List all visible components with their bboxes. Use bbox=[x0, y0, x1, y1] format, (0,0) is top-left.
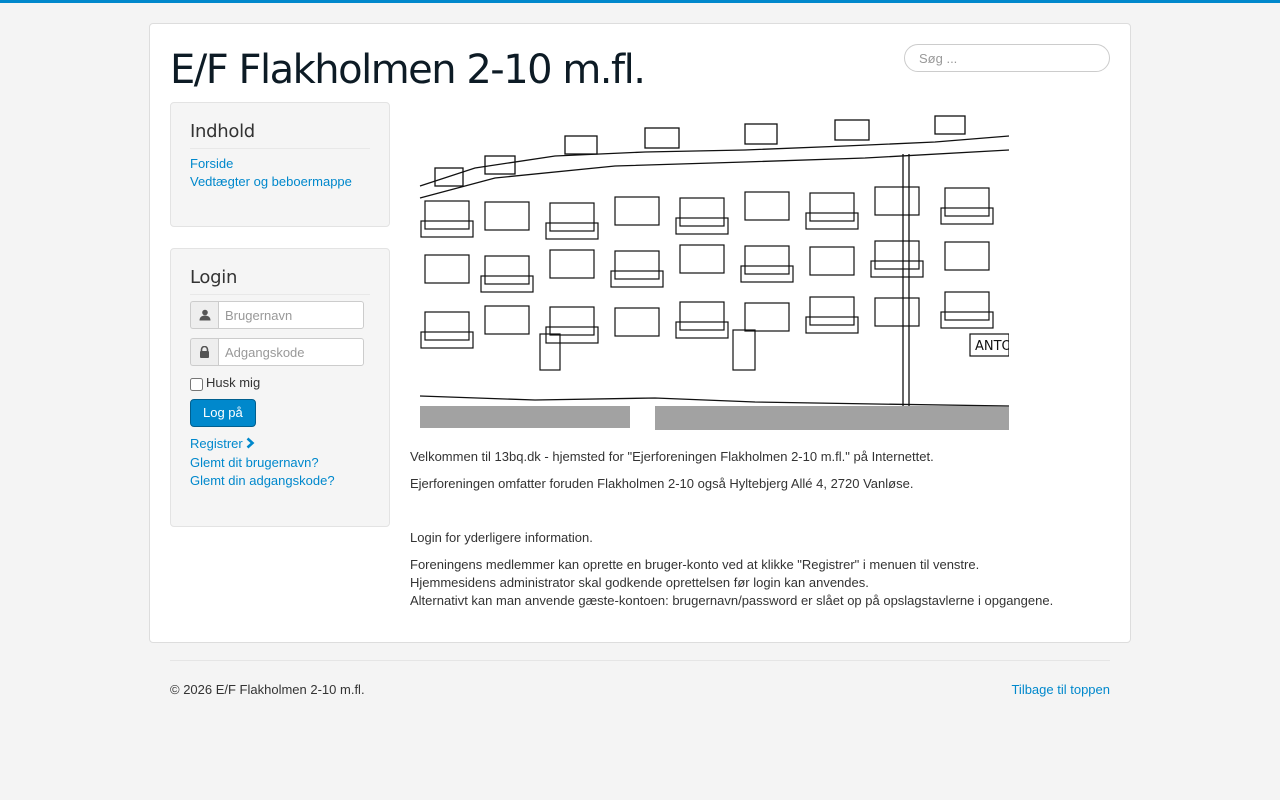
login-module: Login Husk mig Log på bbox=[170, 248, 390, 527]
username-field[interactable] bbox=[218, 301, 364, 329]
remember-label: Husk mig bbox=[206, 375, 261, 390]
building-sketch-image: ANTO bbox=[415, 106, 1009, 432]
remember-me[interactable]: Husk mig bbox=[190, 374, 370, 392]
paragraph-welcome: Velkommen til 13bq.dk - hjemsted for "Ej… bbox=[410, 449, 934, 464]
login-heading: Login bbox=[190, 266, 370, 295]
paragraph-admin: Hjemmesidens administrator skal godkende… bbox=[410, 575, 869, 590]
menu-module: Indhold Forside Vedtægter og beboermappe bbox=[170, 102, 390, 227]
username-group bbox=[190, 301, 364, 329]
footer: © 2026 E/F Flakholmen 2-10 m.fl. Tilbage… bbox=[170, 660, 1110, 697]
menu-item-forside[interactable]: Forside bbox=[190, 155, 370, 173]
page-container: E/F Flakholmen 2-10 m.fl. Indhold Forsid… bbox=[149, 23, 1131, 643]
password-field[interactable] bbox=[218, 338, 364, 366]
paragraph-scope: Ejerforeningen omfatter foruden Flakholm… bbox=[410, 476, 914, 491]
login-button[interactable]: Log på bbox=[190, 399, 256, 427]
login-links: Registrer Glemt dit brugernavn? Glemt di… bbox=[190, 435, 370, 490]
paragraph-register: Foreningens medlemmer kan oprette en bru… bbox=[410, 557, 980, 572]
back-to-top-link[interactable]: Tilbage til toppen bbox=[1011, 681, 1110, 699]
password-group bbox=[190, 338, 364, 366]
menu-item-vedtaegter[interactable]: Vedtægter og beboermappe bbox=[190, 173, 370, 191]
lock-icon bbox=[190, 338, 218, 366]
forgot-password-link[interactable]: Glemt din adgangskode? bbox=[190, 472, 370, 490]
main-content: ANTO Velkommen til 13bq.dk - hjemsted fo… bbox=[410, 106, 1110, 610]
menu-heading: Indhold bbox=[190, 120, 370, 149]
copyright-text: © 2026 E/F Flakholmen 2-10 m.fl. bbox=[170, 682, 365, 697]
register-label: Registrer bbox=[190, 436, 243, 451]
paragraph-login-info: Login for yderligere information. bbox=[410, 530, 593, 545]
remember-checkbox[interactable] bbox=[190, 377, 203, 391]
search-input[interactable] bbox=[904, 44, 1110, 72]
sign-text: ANTO bbox=[975, 339, 1009, 354]
paragraph-guest: Alternativt kan man anvende gæste-kontoe… bbox=[410, 593, 1054, 608]
chevron-right-icon bbox=[246, 436, 255, 454]
forgot-username-link[interactable]: Glemt dit brugernavn? bbox=[190, 454, 370, 472]
site-title[interactable]: E/F Flakholmen 2-10 m.fl. bbox=[170, 44, 646, 96]
user-icon bbox=[190, 301, 218, 329]
register-link[interactable]: Registrer bbox=[190, 435, 370, 454]
